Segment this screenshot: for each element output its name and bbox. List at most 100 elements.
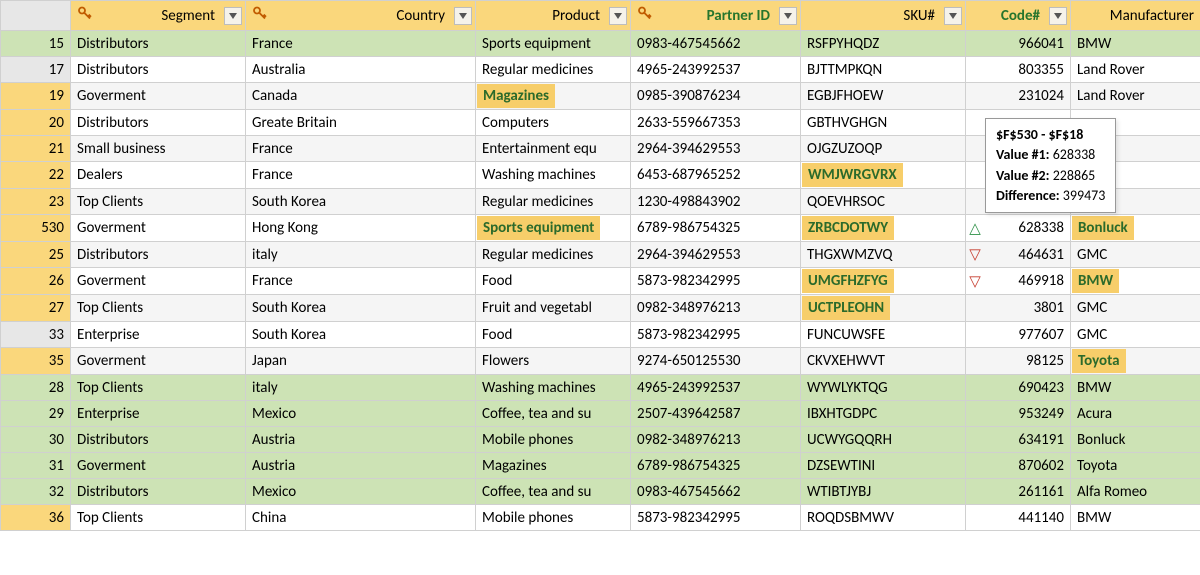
cell-country[interactable]: Hong Kong bbox=[246, 215, 476, 242]
filter-dropdown-icon[interactable] bbox=[1049, 7, 1067, 25]
cell-code[interactable]: 441140 bbox=[966, 505, 1071, 531]
cell-sku[interactable]: RSFPYHQDZ bbox=[801, 31, 966, 57]
cell-partner-id[interactable]: 6453-687965252 bbox=[631, 162, 801, 189]
table-row[interactable]: 28Top ClientsitalyWashing machines4965-2… bbox=[1, 375, 1200, 401]
table-row[interactable]: 31GovermentAustriaMagazines6789-98675432… bbox=[1, 453, 1200, 479]
cell-sku[interactable]: ROQDSBMWV bbox=[801, 505, 966, 531]
table-row[interactable]: 27Top ClientsSouth KoreaFruit and vegeta… bbox=[1, 295, 1200, 322]
cell-partner-id[interactable]: 4965-243992537 bbox=[631, 375, 801, 401]
header-code[interactable]: Code# bbox=[966, 1, 1071, 31]
cell-segment[interactable]: Small business bbox=[71, 136, 246, 162]
cell-manufacturer[interactable]: BMW bbox=[1071, 268, 1200, 295]
cell-partner-id[interactable]: 2507-439642587 bbox=[631, 401, 801, 427]
cell-manufacturer[interactable]: Toyota bbox=[1071, 453, 1200, 479]
cell-code[interactable]: 870602 bbox=[966, 453, 1071, 479]
cell-sku[interactable]: THGXWMZVQ bbox=[801, 242, 966, 268]
cell-product[interactable]: Regular medicines bbox=[476, 57, 631, 83]
filter-dropdown-icon[interactable] bbox=[609, 7, 627, 25]
cell-code[interactable]: ▽469918 bbox=[966, 268, 1071, 295]
cell-partner-id[interactable]: 2964-394629553 bbox=[631, 136, 801, 162]
cell-partner-id[interactable]: 2964-394629553 bbox=[631, 242, 801, 268]
cell-segment[interactable]: Distributors bbox=[71, 479, 246, 505]
cell-country[interactable]: South Korea bbox=[246, 322, 476, 348]
cell-code[interactable]: 231024 bbox=[966, 83, 1071, 110]
cell-partner-id[interactable]: 1230-498843902 bbox=[631, 189, 801, 215]
cell-product[interactable]: Fruit and vegetabl bbox=[476, 295, 631, 322]
cell-segment[interactable]: Distributors bbox=[71, 427, 246, 453]
cell-sku[interactable]: FUNCUWSFE bbox=[801, 322, 966, 348]
row-number[interactable]: 26 bbox=[1, 268, 71, 295]
cell-segment[interactable]: Distributors bbox=[71, 242, 246, 268]
cell-partner-id[interactable]: 0982-348976213 bbox=[631, 427, 801, 453]
table-row[interactable]: 35GovermentJapanFlowers9274-650125530CKV… bbox=[1, 348, 1200, 375]
cell-country[interactable]: South Korea bbox=[246, 189, 476, 215]
row-number[interactable]: 23 bbox=[1, 189, 71, 215]
cell-partner-id[interactable]: 0985-390876234 bbox=[631, 83, 801, 110]
cell-product[interactable]: Magazines bbox=[476, 83, 631, 110]
cell-segment[interactable]: Enterprise bbox=[71, 322, 246, 348]
table-row[interactable]: 25DistributorsitalyRegular medicines2964… bbox=[1, 242, 1200, 268]
cell-manufacturer[interactable]: BMW bbox=[1071, 31, 1200, 57]
cell-partner-id[interactable]: 0982-348976213 bbox=[631, 295, 801, 322]
cell-segment[interactable]: Dealers bbox=[71, 162, 246, 189]
table-row[interactable]: 29EnterpriseMexicoCoffee, tea and su2507… bbox=[1, 401, 1200, 427]
cell-manufacturer[interactable]: Acura bbox=[1071, 401, 1200, 427]
cell-sku[interactable]: WYWLYKTQG bbox=[801, 375, 966, 401]
cell-product[interactable]: Sports equipment bbox=[476, 215, 631, 242]
cell-manufacturer[interactable]: BMW bbox=[1071, 505, 1200, 531]
cell-code[interactable]: 634191 bbox=[966, 427, 1071, 453]
cell-manufacturer[interactable]: Land Rover bbox=[1071, 57, 1200, 83]
cell-code[interactable]: 977607 bbox=[966, 322, 1071, 348]
cell-segment[interactable]: Top Clients bbox=[71, 295, 246, 322]
cell-manufacturer[interactable]: Bonluck bbox=[1071, 215, 1200, 242]
cell-product[interactable]: Regular medicines bbox=[476, 242, 631, 268]
cell-country[interactable]: Mexico bbox=[246, 401, 476, 427]
cell-sku[interactable]: EGBJFHOEW bbox=[801, 83, 966, 110]
cell-manufacturer[interactable]: GMC bbox=[1071, 322, 1200, 348]
cell-segment[interactable]: Goverment bbox=[71, 83, 246, 110]
cell-partner-id[interactable]: 6789-986754325 bbox=[631, 215, 801, 242]
filter-dropdown-icon[interactable] bbox=[944, 7, 962, 25]
header-segment[interactable]: Segment bbox=[71, 1, 246, 31]
cell-product[interactable]: Mobile phones bbox=[476, 505, 631, 531]
cell-product[interactable]: Food bbox=[476, 322, 631, 348]
cell-segment[interactable]: Distributors bbox=[71, 57, 246, 83]
table-row[interactable]: 530GovermentHong KongSports equipment678… bbox=[1, 215, 1200, 242]
cell-segment[interactable]: Goverment bbox=[71, 348, 246, 375]
row-number[interactable]: 30 bbox=[1, 427, 71, 453]
cell-product[interactable]: Regular medicines bbox=[476, 189, 631, 215]
cell-country[interactable]: Mexico bbox=[246, 479, 476, 505]
cell-sku[interactable]: UCTPLEOHN bbox=[801, 295, 966, 322]
row-number[interactable]: 29 bbox=[1, 401, 71, 427]
cell-code[interactable]: 98125 bbox=[966, 348, 1071, 375]
cell-country[interactable]: South Korea bbox=[246, 295, 476, 322]
row-number[interactable]: 27 bbox=[1, 295, 71, 322]
cell-code[interactable]: 690423 bbox=[966, 375, 1071, 401]
row-number[interactable]: 21 bbox=[1, 136, 71, 162]
cell-country[interactable]: Canada bbox=[246, 83, 476, 110]
row-number[interactable]: 17 bbox=[1, 57, 71, 83]
cell-sku[interactable]: CKVXEHWVT bbox=[801, 348, 966, 375]
header-manufacturer[interactable]: Manufacturer bbox=[1071, 1, 1200, 31]
table-row[interactable]: 26GovermentFranceFood5873-982342995UMGFH… bbox=[1, 268, 1200, 295]
table-row[interactable]: 33EnterpriseSouth KoreaFood5873-98234299… bbox=[1, 322, 1200, 348]
cell-sku[interactable]: OJGZUZOQP bbox=[801, 136, 966, 162]
table-row[interactable]: 15DistributorsFranceSports equipment0983… bbox=[1, 31, 1200, 57]
cell-sku[interactable]: QOEVHRSOC bbox=[801, 189, 966, 215]
cell-country[interactable]: France bbox=[246, 31, 476, 57]
filter-dropdown-icon[interactable] bbox=[454, 7, 472, 25]
cell-code[interactable]: 261161 bbox=[966, 479, 1071, 505]
cell-country[interactable]: italy bbox=[246, 375, 476, 401]
cell-product[interactable]: Computers bbox=[476, 110, 631, 136]
cell-partner-id[interactable]: 5873-982342995 bbox=[631, 322, 801, 348]
header-partner[interactable]: Partner ID bbox=[631, 1, 801, 31]
cell-code[interactable]: 803355 bbox=[966, 57, 1071, 83]
data-grid[interactable]: Segment Country Product bbox=[0, 0, 1200, 531]
cell-sku[interactable]: WTIBTJYBJ bbox=[801, 479, 966, 505]
cell-segment[interactable]: Goverment bbox=[71, 268, 246, 295]
cell-sku[interactable]: GBTHVGHGN bbox=[801, 110, 966, 136]
cell-segment[interactable]: Goverment bbox=[71, 215, 246, 242]
cell-product[interactable]: Entertainment equ bbox=[476, 136, 631, 162]
cell-country[interactable]: Japan bbox=[246, 348, 476, 375]
cell-partner-id[interactable]: 0983-467545662 bbox=[631, 479, 801, 505]
